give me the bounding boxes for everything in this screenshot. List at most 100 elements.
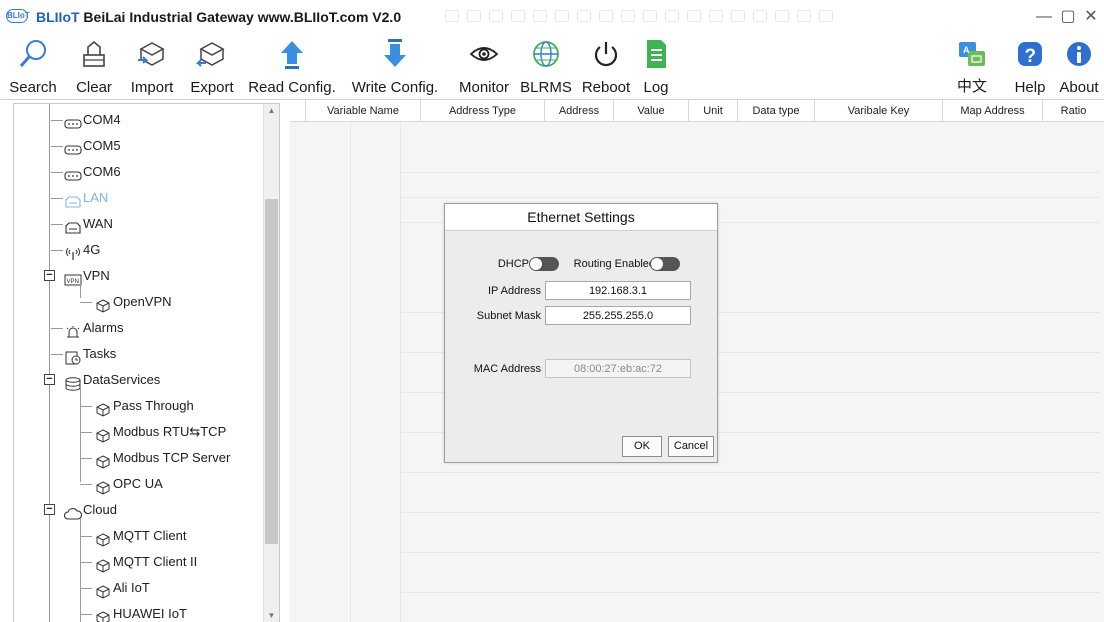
about-button-label: About xyxy=(1059,79,1099,96)
tree-item-lan[interactable]: LAN xyxy=(51,185,108,211)
window-title-brand: BLIIoT xyxy=(36,9,80,25)
serial-port-icon xyxy=(64,166,82,181)
tree-item-vpn[interactable]: VPN VPN xyxy=(64,263,110,289)
tree-item-opc-ua[interactable]: OPC UA xyxy=(80,471,163,497)
document-icon xyxy=(647,40,666,68)
language-button[interactable]: A 中文 xyxy=(954,34,990,98)
dialog-title: Ethernet Settings xyxy=(445,204,717,231)
help-button[interactable]: ? Help xyxy=(1010,34,1050,98)
help-icon: ? xyxy=(1018,42,1042,67)
antenna-icon xyxy=(64,244,82,260)
cube-icon xyxy=(94,426,112,443)
tree-item-com4[interactable]: COM4 xyxy=(51,107,121,133)
tree-item-pass-through[interactable]: Pass Through xyxy=(80,393,194,419)
column-header[interactable]: Varibale Key xyxy=(815,100,943,122)
column-header[interactable]: Address Type xyxy=(421,100,545,122)
cube-icon xyxy=(94,296,112,313)
window-title: BLIIoT BeiLai Industrial Gateway www.BLI… xyxy=(36,9,401,25)
read-config-button[interactable]: Read Config. xyxy=(242,34,342,98)
tree-item-label: Pass Through xyxy=(113,398,194,413)
read-config-button-label: Read Config. xyxy=(248,79,336,96)
tree-item-dataservices[interactable]: DataServices xyxy=(64,367,160,393)
database-icon xyxy=(64,374,82,391)
globe-icon xyxy=(533,41,559,67)
tree-item-alarms[interactable]: Alarms xyxy=(51,315,123,341)
tree-item-wan[interactable]: WAN xyxy=(51,211,113,237)
tree-item-label: COM5 xyxy=(83,138,121,153)
svg-text:?: ? xyxy=(1025,46,1037,67)
column-header[interactable]: Variable Name xyxy=(306,100,421,122)
tree-item-label: MQTT Client II xyxy=(113,554,198,569)
ok-button[interactable]: OK xyxy=(622,436,662,457)
about-button[interactable]: About xyxy=(1054,34,1104,98)
tree-item-com6[interactable]: COM6 xyxy=(51,159,121,185)
column-header[interactable]: Unit xyxy=(689,100,738,122)
tree-item-ali-iot[interactable]: Ali IoT xyxy=(80,575,150,601)
ip-address-label: IP Address xyxy=(488,285,541,297)
tree-scrollbar[interactable]: ▲ ▼ xyxy=(263,104,279,622)
cube-icon xyxy=(94,582,112,599)
column-header[interactable]: Data type xyxy=(738,100,815,122)
log-button-label: Log xyxy=(643,79,669,96)
clear-button[interactable]: Clear xyxy=(70,34,118,98)
cloud-collapse-toggle[interactable]: − xyxy=(44,504,55,515)
reboot-button[interactable]: Reboot xyxy=(576,34,636,98)
subnet-mask-input[interactable] xyxy=(545,306,691,325)
background-window-ghost xyxy=(445,4,945,30)
import-button[interactable]: Import xyxy=(122,34,182,98)
monitor-button[interactable]: Monitor xyxy=(450,34,518,98)
cube-icon xyxy=(94,400,112,417)
dhcp-toggle[interactable] xyxy=(529,257,559,271)
column-header[interactable]: Address xyxy=(545,100,614,122)
info-icon xyxy=(1067,42,1091,66)
write-config-button[interactable]: Write Config. xyxy=(344,34,446,98)
tree-item-label: 4G xyxy=(83,242,101,257)
dataservices-collapse-toggle[interactable]: − xyxy=(44,374,55,385)
tree-item-huawei-iot[interactable]: HUAWEI IoT xyxy=(80,601,187,622)
app-window: BLIoT BLIIoT BeiLai Industrial Gateway w… xyxy=(0,0,1104,622)
main-toolbar: Search Clear Import Export Read Config. … xyxy=(0,34,1104,100)
mac-address-label: MAC Address xyxy=(473,363,541,375)
export-icon xyxy=(196,42,225,67)
tree-connector xyxy=(49,104,50,622)
scroll-down-icon[interactable]: ▼ xyxy=(264,609,279,622)
tree-item-tasks[interactable]: Tasks xyxy=(51,341,116,367)
maximize-button[interactable]: ▢ xyxy=(1057,6,1079,28)
scroll-up-icon[interactable]: ▲ xyxy=(264,104,279,118)
svg-text:A: A xyxy=(963,45,970,55)
column-header[interactable]: Map Address xyxy=(943,100,1043,122)
tree-item-4g[interactable]: 4G xyxy=(51,237,101,263)
cancel-button[interactable]: Cancel xyxy=(668,436,714,457)
minimize-button[interactable]: — xyxy=(1033,6,1055,28)
tree-item-label: MQTT Client xyxy=(113,528,187,543)
tree-item-label: Cloud xyxy=(83,502,117,517)
close-button[interactable]: ✕ xyxy=(1080,6,1102,28)
tree-item-modbus-tcp-server[interactable]: Modbus TCP Server xyxy=(80,445,230,471)
export-button[interactable]: Export xyxy=(184,34,240,98)
vpn-collapse-toggle[interactable]: − xyxy=(44,270,55,281)
log-button[interactable]: Log xyxy=(638,34,674,98)
search-button[interactable]: Search xyxy=(4,34,62,98)
search-icon xyxy=(19,40,46,67)
tree-scrollbar-thumb[interactable] xyxy=(265,199,278,544)
column-header[interactable]: Value xyxy=(614,100,689,122)
routing-enabled-label: Routing Enabled xyxy=(573,258,655,270)
serial-port-icon xyxy=(64,140,82,155)
column-header[interactable]: Ratio xyxy=(1043,100,1104,122)
ip-address-input[interactable] xyxy=(545,281,691,300)
tree-item-com5[interactable]: COM5 xyxy=(51,133,121,159)
clear-button-label: Clear xyxy=(76,79,112,96)
tree-connector xyxy=(80,388,81,482)
tree-item-modbus-rtu-tcp[interactable]: Modbus RTU⇆TCP xyxy=(80,419,226,445)
title-bar: BLIoT BLIIoT BeiLai Industrial Gateway w… xyxy=(0,0,1104,34)
tree-item-mqtt-client[interactable]: MQTT Client xyxy=(80,523,187,549)
window-title-rest: BeiLai Industrial Gateway www.BLIIoT.com… xyxy=(79,9,402,25)
ethernet-port-icon xyxy=(64,218,82,234)
blrms-button[interactable]: BLRMS xyxy=(518,34,574,98)
tree-item-label: Ali IoT xyxy=(113,580,150,595)
tree-item-cloud[interactable]: Cloud xyxy=(63,497,117,523)
tree-item-mqtt-client-2[interactable]: MQTT Client II xyxy=(80,549,198,575)
cube-icon xyxy=(94,556,112,573)
tree-item-openvpn[interactable]: OpenVPN xyxy=(80,289,172,315)
routing-enabled-toggle[interactable] xyxy=(650,257,680,271)
